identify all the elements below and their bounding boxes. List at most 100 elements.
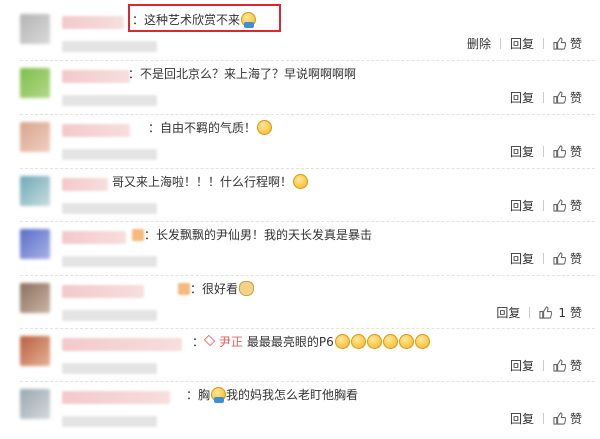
comment-text: ：自由不羁的气质！ [148,120,273,136]
comment-item: ：不是回北京么？来上海了？早说啊啊啊啊回复 赞 [0,62,600,118]
avatar[interactable] [20,68,50,98]
avatar[interactable] [20,176,50,206]
emoji-icon [366,334,382,349]
like-button[interactable]: 赞 [553,89,582,106]
comment-item: ：长发飘飘的尹仙男！我的天长发真是暴击回复 赞 [0,223,600,279]
comment-item: ：很好看 回复 1 赞 [0,277,600,333]
like-label: 赞 [569,252,582,266]
username-blurred[interactable] [62,391,170,404]
comment-actions: 删除 回复 赞 [449,35,582,52]
comment-list: ：这种艺术欣赏不来 删除 回复赞：不是回北京么？来上海了？早说啊啊啊啊 回复赞：自由不… [0,0,600,431]
like-label: 赞 [569,37,582,51]
avatar[interactable] [20,283,50,313]
like-label: 赞 [569,306,582,320]
timestamp-blurred [62,256,157,267]
username-blurred[interactable] [62,178,108,191]
row-separator [20,221,595,222]
emoji-icon [334,334,350,349]
row-separator [20,168,595,169]
emoji-icon [293,174,309,189]
thumbs-up-icon [553,91,567,104]
thumbs-up-icon [539,306,553,319]
like-button[interactable]: 赞 [553,250,582,267]
action-divider [542,146,544,157]
row-separator [20,114,595,115]
comment-item: 哥又来上海啦！！！什么行程啊！ 回复 赞 [0,170,600,226]
action-divider [542,413,544,424]
vip-icon [203,334,216,347]
emoji-icon [257,120,273,135]
emoji-icon [398,334,414,349]
comment-text: 哥又来上海啦！！！什么行程啊！ [112,174,309,190]
thumbs-up-icon [553,359,567,372]
comment-body: ：长发飘飘的尹仙男！我的天长发真是暴击 [144,228,373,242]
emoji-icon [211,387,227,403]
like-button[interactable]: 赞 [553,197,582,214]
like-label: 赞 [569,145,582,159]
comment-actions: 回复 赞 [492,250,582,267]
action-divider [499,38,501,49]
reply-button[interactable]: 回复 [510,143,534,160]
comment-item: ：自由不羁的气质！ 回复 赞 [0,116,600,172]
username-blurred[interactable] [62,231,126,244]
thumbs-up-icon [553,37,567,50]
like-label: 赞 [569,359,582,373]
row-separator [20,328,595,329]
row-separator [20,60,595,61]
reply-button[interactable]: 回复 [510,357,534,374]
comment-text: ：胸 我的妈我怎么老盯他胸看 [186,387,358,403]
comment-item: ：这种艺术欣赏不来 删除 回复赞 [0,4,600,64]
username-blurred[interactable] [62,285,144,298]
reply-button[interactable]: 回复 [510,35,534,52]
like-button[interactable]: 赞 [553,410,582,427]
username-blurred[interactable] [62,124,130,137]
avatar[interactable] [20,14,50,44]
action-divider [529,307,531,318]
comment-actions: 回复 赞 [492,197,582,214]
username-blurred[interactable] [62,16,124,29]
timestamp-blurred [62,95,157,106]
delete-button[interactable]: 删除 [467,35,491,52]
comment-actions: 回复 赞 [492,357,582,374]
timestamp-blurred [62,41,157,52]
like-count: 1 [558,306,566,320]
action-divider [542,92,544,103]
avatar[interactable] [20,389,50,419]
like-button[interactable]: 赞 [553,357,582,374]
like-button[interactable]: 赞 [553,143,582,160]
badge-blurred [178,283,190,295]
like-button[interactable]: 赞 [553,35,582,52]
mention-link[interactable]: 尹正 [219,335,243,349]
comment-body: 我的妈我怎么老盯他胸看 [226,388,359,402]
reply-button[interactable]: 回复 [510,197,534,214]
action-divider [542,38,544,49]
highlight-box [128,4,281,32]
comment-item: ： 尹正 最最最亮眼的P6 回复 赞 [0,330,600,386]
comment-actions: 回复 赞 [492,410,582,427]
timestamp-blurred [62,363,157,374]
reply-button[interactable]: 回复 [496,304,520,321]
username-blurred[interactable] [62,338,182,351]
timestamp-blurred [62,149,157,160]
comment-prefix: ：胸 [186,388,211,402]
reply-button[interactable]: 回复 [510,89,534,106]
avatar[interactable] [20,122,50,152]
reply-button[interactable]: 回复 [510,410,534,427]
thumbs-up-icon [553,199,567,212]
comment-body: ：自由不羁的气质！ [148,121,257,135]
like-label: 赞 [569,91,582,105]
username-blurred[interactable] [62,70,130,83]
action-divider [542,360,544,371]
avatar[interactable] [20,336,50,366]
comment-body: 哥又来上海啦！！！什么行程啊！ [112,175,293,189]
comment-text: ：不是回北京么？来上海了？早说啊啊啊啊 [128,66,356,82]
avatar[interactable] [20,229,50,259]
like-button[interactable]: 1赞 [539,304,582,321]
thumbs-up-icon [553,412,567,425]
emoji-icon [382,334,398,349]
like-label: 赞 [569,412,582,426]
action-divider [542,253,544,264]
emoji-icon [239,281,255,296]
reply-button[interactable]: 回复 [510,250,534,267]
thumbs-up-icon [553,252,567,265]
